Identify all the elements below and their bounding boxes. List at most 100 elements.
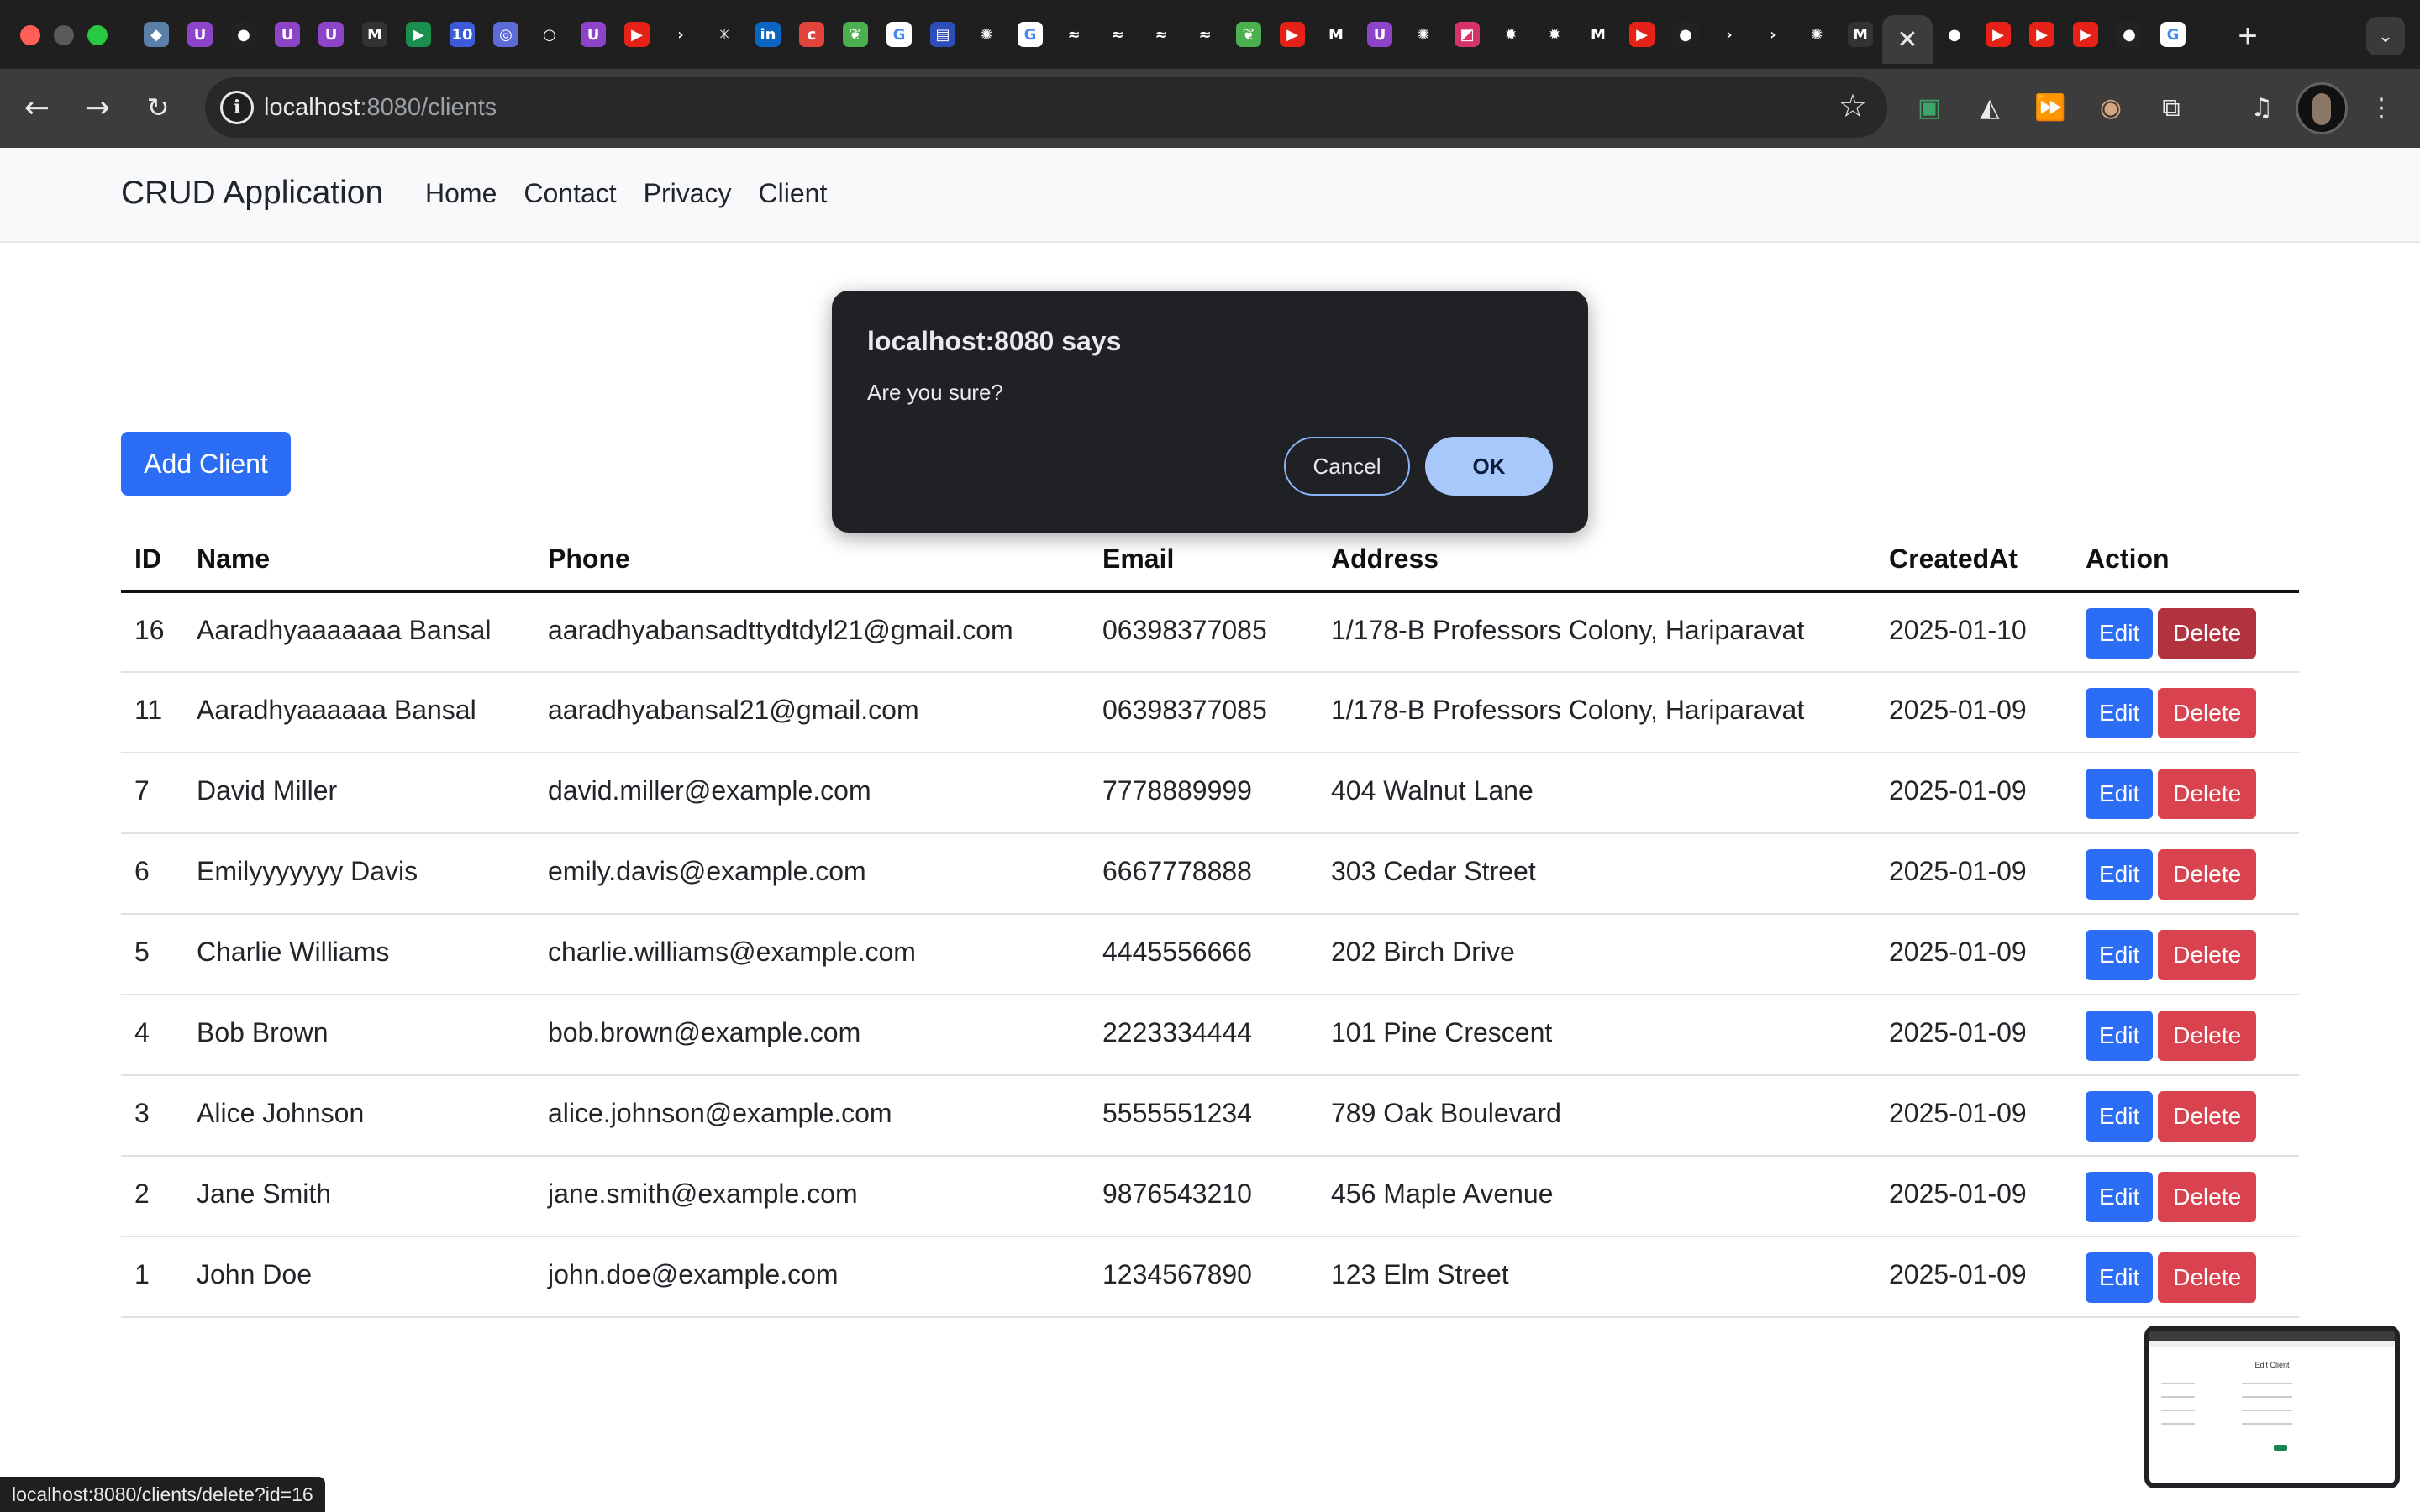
edit-button[interactable]: Edit bbox=[2086, 849, 2154, 900]
tab-favicon[interactable]: ▶ bbox=[615, 15, 659, 54]
cell-action: Edit Delete bbox=[2072, 914, 2299, 995]
tab-favicon[interactable]: ▶ bbox=[1976, 15, 2020, 54]
ok-button[interactable]: OK bbox=[1425, 437, 1553, 496]
cell-id: 6 bbox=[121, 833, 183, 915]
star-icon[interactable]: ☆ bbox=[1839, 87, 1867, 124]
tab-favicon[interactable]: ▶ bbox=[397, 15, 440, 54]
tab-favicon[interactable]: ▶ bbox=[2064, 15, 2107, 54]
profile-avatar[interactable] bbox=[2296, 82, 2348, 134]
tab-favicon[interactable]: ❦ bbox=[1227, 15, 1270, 54]
tab-favicon[interactable]: ✺ bbox=[1402, 15, 1445, 54]
tab-favicon[interactable]: M bbox=[1839, 15, 1882, 54]
tab-favicon[interactable]: › bbox=[659, 15, 702, 54]
tab-favicon[interactable]: ✺ bbox=[1795, 15, 1839, 54]
edit-button[interactable]: Edit bbox=[2086, 769, 2154, 819]
delete-button[interactable]: Delete bbox=[2158, 1252, 2257, 1303]
tab-favicon[interactable]: ▶ bbox=[2020, 15, 2064, 54]
tab-favicon[interactable]: G bbox=[877, 15, 921, 54]
tab-favicon[interactable]: ▶ bbox=[1620, 15, 1664, 54]
address-bar[interactable]: i localhost:8080/clients ☆ bbox=[205, 77, 1887, 138]
delete-button[interactable]: Delete bbox=[2158, 1091, 2257, 1142]
edit-button[interactable]: Edit bbox=[2086, 688, 2154, 738]
tab-favicon[interactable]: ≈ bbox=[1096, 15, 1139, 54]
delete-button[interactable]: Delete bbox=[2158, 1172, 2257, 1222]
nav-link-home[interactable]: Home bbox=[425, 178, 497, 209]
tab-favicon[interactable]: ≈ bbox=[1139, 15, 1183, 54]
tab-favicon[interactable]: ≈ bbox=[1183, 15, 1227, 54]
tab-favicon[interactable]: › bbox=[1751, 15, 1795, 54]
tab-favicon[interactable]: ▤ bbox=[921, 15, 965, 54]
navbar-brand[interactable]: CRUD Application bbox=[121, 175, 383, 212]
tab-favicon[interactable]: c bbox=[790, 15, 834, 54]
edit-button[interactable]: Edit bbox=[2086, 1091, 2154, 1142]
edit-button[interactable]: Edit bbox=[2086, 930, 2154, 980]
cell-email: emily.davis@example.com bbox=[534, 833, 1089, 915]
nav-link-privacy[interactable]: Privacy bbox=[644, 178, 732, 209]
delete-button[interactable]: Delete bbox=[2158, 769, 2257, 819]
delete-button[interactable]: Delete bbox=[2158, 608, 2257, 659]
tab-favicon[interactable]: G bbox=[1008, 15, 1052, 54]
tab-favicon[interactable]: M bbox=[1576, 15, 1620, 54]
tab-favicon[interactable]: U bbox=[178, 15, 222, 54]
delete-button[interactable]: Delete bbox=[2158, 930, 2257, 980]
extension-shark-icon[interactable]: ◭ bbox=[1970, 87, 2010, 128]
edit-button[interactable]: Edit bbox=[2086, 1252, 2154, 1303]
nav-link-client[interactable]: Client bbox=[759, 178, 828, 209]
extension-mail-icon[interactable]: ▣ bbox=[1909, 87, 1949, 128]
back-arrow-icon[interactable]: ← bbox=[17, 87, 57, 128]
tab-favicon[interactable]: ❦ bbox=[834, 15, 877, 54]
tab-favicon[interactable]: ◩ bbox=[1445, 15, 1489, 54]
tab-favicon[interactable]: G bbox=[2151, 15, 2195, 54]
minimize-window-icon[interactable] bbox=[54, 25, 74, 45]
edit-button[interactable]: Edit bbox=[2086, 1172, 2154, 1222]
extension-glasses-icon[interactable]: ◉ bbox=[2091, 87, 2131, 128]
nav-link-contact[interactable]: Contact bbox=[523, 178, 616, 209]
tab-favicon[interactable]: ● bbox=[2107, 15, 2151, 54]
tab-favicon[interactable]: ✹ bbox=[1489, 15, 1533, 54]
info-icon[interactable]: i bbox=[220, 91, 254, 124]
extension-fast-forward-icon[interactable]: ⏩ bbox=[2030, 87, 2070, 128]
tab-favicon[interactable]: U bbox=[571, 15, 615, 54]
media-control-icon[interactable]: ♫ bbox=[2242, 87, 2282, 128]
tab-favicon[interactable]: M bbox=[1314, 15, 1358, 54]
delete-button[interactable]: Delete bbox=[2158, 1011, 2257, 1061]
pip-preview-window[interactable]: Edit Client bbox=[2144, 1326, 2400, 1488]
tab-search-chevron-icon[interactable]: ⌄ bbox=[2366, 17, 2405, 55]
tab-favicon[interactable]: ✺ bbox=[965, 15, 1008, 54]
delete-button[interactable]: Delete bbox=[2158, 688, 2257, 738]
tab-favicon[interactable]: ▶ bbox=[1270, 15, 1314, 54]
cell-name: Aaradhyaaaaaa Bansal bbox=[183, 672, 534, 753]
close-window-icon[interactable] bbox=[20, 25, 40, 45]
tab-favicon[interactable]: › bbox=[1707, 15, 1751, 54]
tab-favicon[interactable]: ○ bbox=[528, 15, 571, 54]
tab-favicon[interactable]: M bbox=[353, 15, 397, 54]
tab-favicon[interactable]: ◎ bbox=[484, 15, 528, 54]
reload-icon[interactable]: ↻ bbox=[138, 87, 178, 128]
add-client-button[interactable]: Add Client bbox=[121, 432, 291, 496]
forward-arrow-icon[interactable]: → bbox=[77, 87, 118, 128]
tab-favicon[interactable]: in bbox=[746, 15, 790, 54]
favicon-icon: G bbox=[886, 22, 912, 47]
tab-favicon[interactable]: U bbox=[266, 15, 309, 54]
kebab-menu-icon[interactable]: ⋮ bbox=[2361, 87, 2402, 128]
tab-favicon[interactable]: ● bbox=[1933, 15, 1976, 54]
tab-favicon[interactable]: ◆ bbox=[134, 15, 178, 54]
new-tab-icon[interactable]: + bbox=[2228, 17, 2267, 55]
tab-favicon[interactable]: ● bbox=[222, 15, 266, 54]
tab-favicon[interactable]: U bbox=[1358, 15, 1402, 54]
tab-favicon[interactable]: ● bbox=[1664, 15, 1707, 54]
url-text[interactable]: localhost:8080/clients bbox=[264, 92, 497, 123]
puzzle-icon[interactable]: ⧉ bbox=[2151, 87, 2191, 128]
cell-name: Bob Brown bbox=[183, 995, 534, 1076]
tab-favicon[interactable]: ≈ bbox=[1052, 15, 1096, 54]
tab-favicon[interactable]: ✳ bbox=[702, 15, 746, 54]
tab-favicon[interactable]: ✹ bbox=[1533, 15, 1576, 54]
tab-favicon[interactable]: 10 bbox=[440, 15, 484, 54]
delete-button[interactable]: Delete bbox=[2158, 849, 2257, 900]
maximize-window-icon[interactable] bbox=[87, 25, 108, 45]
edit-button[interactable]: Edit bbox=[2086, 1011, 2154, 1061]
tab-favicon[interactable]: U bbox=[309, 15, 353, 54]
edit-button[interactable]: Edit bbox=[2086, 608, 2154, 659]
cancel-button[interactable]: Cancel bbox=[1284, 437, 1410, 496]
active-tab-close-icon[interactable]: ✕ bbox=[1882, 15, 1933, 64]
